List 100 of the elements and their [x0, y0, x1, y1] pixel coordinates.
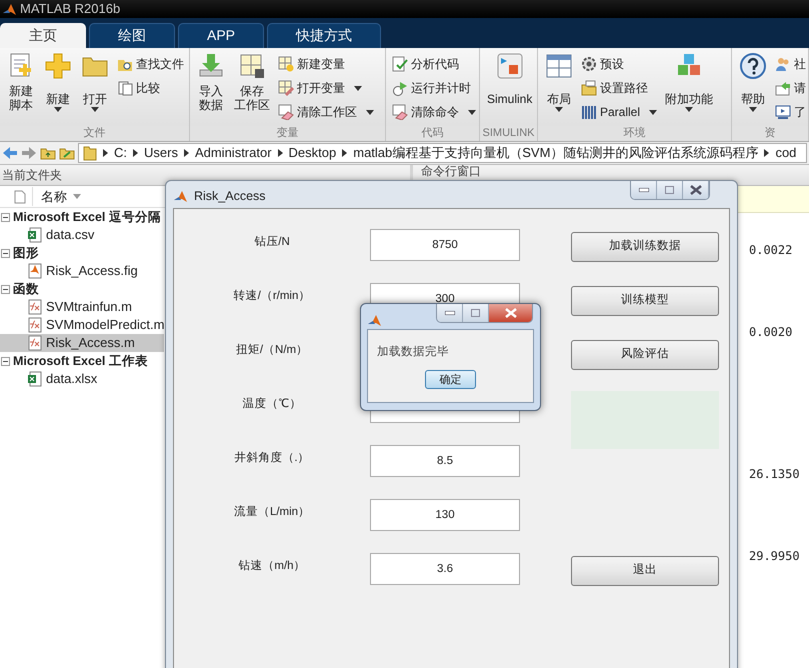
field-label: 扭矩/（N/m）: [236, 344, 308, 356]
toolbar-button[interactable]: 社: [773, 52, 808, 76]
toolbar-button[interactable]: 查找文件: [115, 52, 186, 76]
path-segment[interactable]: Users: [144, 144, 178, 162]
group-row-text: 函数: [13, 281, 39, 298]
toolbar-button[interactable]: 布局: [542, 52, 576, 112]
toolbar-button[interactable]: 预设: [579, 52, 660, 76]
run-timer-icon: [392, 80, 408, 96]
ribbon-tab[interactable]: APP: [178, 23, 264, 48]
monitor-icon: [775, 104, 791, 120]
group-row-text: Microsoft Excel 工作表: [13, 353, 148, 370]
group-label: 代码: [386, 126, 479, 141]
function-file-icon: [27, 299, 43, 315]
field-label: 井斜角度（.）: [234, 452, 310, 464]
toolbar-button[interactable]: 了: [773, 100, 808, 124]
file-item[interactable]: data.xlsx: [0, 370, 164, 388]
panel-title: 命令行窗口: [420, 164, 481, 178]
layout-icon: [545, 52, 573, 80]
path-segment[interactable]: C:: [114, 144, 127, 162]
action-button[interactable]: 加载训练数据: [571, 232, 719, 262]
path-segment[interactable]: matlab编程基于支持向量机（SVM）随钻测井的风险评估系统源码程序: [353, 144, 758, 162]
group-label: 变量: [190, 126, 385, 141]
chevron-icon: [278, 149, 283, 157]
group-row-text: 图形: [13, 245, 39, 262]
ribbon-tab[interactable]: 绘图: [89, 23, 175, 48]
minimize-button[interactable]: [631, 181, 657, 199]
toolbar-button[interactable]: 请: [773, 76, 808, 100]
file-item[interactable]: SVMmodelPredict.m: [0, 316, 164, 334]
collapse-icon[interactable]: [1, 284, 10, 294]
minimize-icon: [444, 311, 454, 315]
chevron-icon: [342, 149, 348, 157]
toolbar-button[interactable]: 帮助: [736, 52, 770, 112]
toolbar-button[interactable]: Simulink: [484, 52, 536, 106]
path-field[interactable]: C: Users Administrator Desktop matlab编程基于支持向量机（SVM）随钻测井的风险评估系统源码程序 cod: [78, 143, 807, 163]
input-field[interactable]: 8750: [370, 229, 520, 261]
toolbar-button[interactable]: 附加功能: [662, 52, 716, 112]
forward-icon: [21, 146, 37, 160]
toolbar-button[interactable]: 新建 脚本: [4, 52, 38, 112]
simulink-icon: [496, 52, 524, 80]
folder-icon: [83, 145, 97, 161]
input-field[interactable]: 8.5: [370, 445, 520, 477]
toolbar-button[interactable]: Parallel: [579, 100, 660, 124]
help-icon: [739, 52, 767, 80]
toolbar-button[interactable]: 设置路径: [579, 76, 660, 100]
eraser-icon: [392, 104, 408, 120]
ribbon-tab[interactable]: 主页: [0, 23, 86, 48]
path-segment[interactable]: Administrator: [194, 144, 272, 162]
group-row-text: Microsoft Excel 逗号分隔: [13, 209, 161, 226]
action-button[interactable]: 风险评估: [571, 340, 719, 370]
input-field[interactable]: 130: [370, 499, 520, 531]
file-item[interactable]: data.csv: [0, 226, 164, 244]
toolbar-button[interactable]: 运行并计时: [390, 76, 478, 100]
toolbar-button[interactable]: 新建: [41, 52, 75, 112]
action-button[interactable]: 退出: [571, 556, 719, 586]
toolbar-button[interactable]: 清除命令: [390, 100, 478, 124]
path-segment[interactable]: Desktop: [288, 144, 336, 162]
matlab-icon: [2, 2, 17, 16]
toolbar-button[interactable]: 分析代码: [390, 52, 478, 76]
ok-button[interactable]: 确定: [425, 370, 476, 390]
excel-file-icon: [27, 227, 43, 243]
close-button[interactable]: [489, 304, 532, 322]
toolbar-button[interactable]: 保存 工作区: [231, 52, 273, 112]
function-file-icon: [27, 317, 43, 333]
ribbon-tab[interactable]: 快捷方式: [267, 23, 382, 48]
field-label: 流量（L/min）: [234, 506, 310, 518]
toolbar-button[interactable]: 比较: [115, 76, 186, 100]
collapse-icon[interactable]: [1, 356, 10, 366]
collapse-icon[interactable]: [1, 248, 10, 258]
output-line: 0.0022: [749, 242, 794, 259]
chevron-icon: [764, 149, 770, 157]
file-item[interactable]: SVMtrainfun.m: [0, 298, 164, 316]
toolbar-button[interactable]: 打开变量: [276, 76, 376, 100]
column-header[interactable]: 名称: [32, 186, 67, 206]
toolbar-button[interactable]: 新建变量: [276, 52, 376, 76]
path-segment[interactable]: cod: [775, 144, 796, 162]
input-field[interactable]: 3.6: [370, 553, 520, 585]
parallel-icon: [581, 104, 597, 120]
file-item[interactable]: Risk_Access.m: [0, 334, 164, 352]
action-button[interactable]: 训练模型: [571, 286, 719, 316]
toolbar-button[interactable]: 清除工作区: [276, 100, 376, 124]
collapse-icon[interactable]: [1, 212, 10, 222]
toolbar-button[interactable]: 打开: [78, 52, 112, 112]
open-variable-icon: [278, 80, 294, 96]
people-icon: [775, 56, 791, 72]
close-icon: [504, 308, 516, 318]
settings-icon: [581, 56, 597, 72]
folder-up-icon: [40, 146, 56, 160]
toolbar-button[interactable]: 导入 数据: [194, 52, 228, 112]
check-document-icon: [392, 56, 408, 72]
file-item[interactable]: Risk_Access.fig: [0, 262, 164, 280]
field-label: 钻速（m/h）: [238, 560, 306, 572]
caret-icon: [73, 194, 81, 199]
minimize-button[interactable]: [437, 304, 463, 322]
matlab-icon: [173, 188, 188, 204]
eraser-icon: [278, 104, 294, 120]
close-button[interactable]: [683, 181, 709, 199]
group-label: 资: [732, 126, 808, 141]
matlab-icon: [367, 313, 382, 328]
group-label: 文件: [0, 126, 189, 141]
chevron-icon: [133, 149, 138, 157]
